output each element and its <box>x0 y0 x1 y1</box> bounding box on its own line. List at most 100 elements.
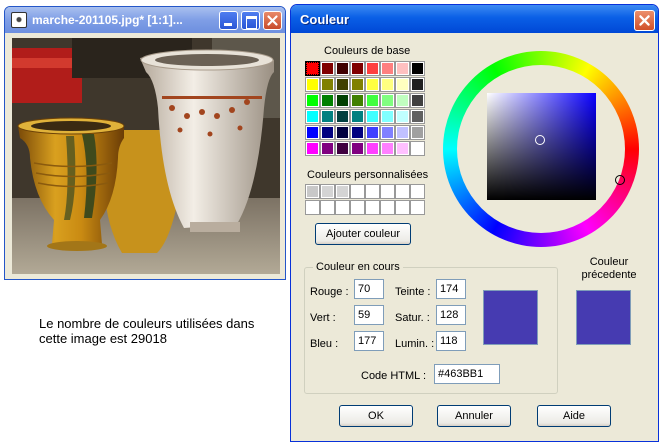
basic-color-swatch[interactable] <box>320 93 335 108</box>
rouge-input[interactable]: 70 <box>354 279 384 299</box>
basic-color-swatch[interactable] <box>410 61 425 76</box>
basic-color-swatch[interactable] <box>335 61 350 76</box>
custom-color-swatch[interactable] <box>305 184 320 199</box>
basic-color-swatch[interactable] <box>335 125 350 140</box>
satur-input[interactable]: 128 <box>436 305 466 325</box>
add-color-button[interactable]: Ajouter couleur <box>315 223 411 245</box>
basic-color-swatch[interactable] <box>380 109 395 124</box>
minimize-button[interactable] <box>219 11 238 30</box>
dialog-title: Couleur <box>300 12 350 27</box>
basic-color-swatch[interactable] <box>395 77 410 92</box>
basic-color-swatch[interactable] <box>365 93 380 108</box>
basic-color-swatch[interactable] <box>395 125 410 140</box>
help-button[interactable]: Aide <box>537 405 611 427</box>
basic-color-swatch[interactable] <box>365 109 380 124</box>
basic-color-swatch[interactable] <box>380 77 395 92</box>
lumin-input[interactable]: 118 <box>436 331 466 351</box>
basic-color-swatch[interactable] <box>395 141 410 156</box>
basic-color-swatch[interactable] <box>350 93 365 108</box>
basic-color-swatch[interactable] <box>305 93 320 108</box>
basic-color-swatch[interactable] <box>410 141 425 156</box>
saturation-value-square[interactable] <box>487 93 596 200</box>
color-dialog: Couleur Couleurs de base Couleurs person… <box>290 4 659 442</box>
basic-color-swatch[interactable] <box>320 141 335 156</box>
custom-color-swatch[interactable] <box>410 184 425 199</box>
custom-color-swatch[interactable] <box>335 184 350 199</box>
basic-color-swatch[interactable] <box>350 125 365 140</box>
basic-color-swatch[interactable] <box>335 109 350 124</box>
basic-color-swatch[interactable] <box>320 109 335 124</box>
basic-color-swatch[interactable] <box>410 109 425 124</box>
bleu-input[interactable]: 177 <box>354 331 384 351</box>
teinte-input[interactable]: 174 <box>436 279 466 299</box>
basic-color-swatch[interactable] <box>380 125 395 140</box>
previous-color-label: Couleur précedente <box>581 256 637 281</box>
custom-color-swatch[interactable] <box>380 184 395 199</box>
basic-colors-label: Couleurs de base <box>324 45 411 57</box>
maximize-button[interactable] <box>241 11 260 30</box>
basic-color-swatch[interactable] <box>320 77 335 92</box>
basic-color-swatch[interactable] <box>365 77 380 92</box>
dialog-close-button[interactable] <box>634 10 655 31</box>
basic-color-swatch[interactable] <box>305 125 320 140</box>
basic-color-swatch[interactable] <box>410 125 425 140</box>
image-window-title: marche-201105.jpg* [1:1]... <box>32 13 183 27</box>
basic-color-swatch[interactable] <box>350 141 365 156</box>
basic-color-swatch[interactable] <box>335 93 350 108</box>
previous-color-swatch <box>576 290 631 345</box>
vert-input[interactable]: 59 <box>354 305 384 325</box>
custom-color-swatch[interactable] <box>350 184 365 199</box>
close-icon <box>267 15 278 26</box>
basic-color-swatch[interactable] <box>395 93 410 108</box>
cancel-button[interactable]: Annuler <box>437 405 511 427</box>
custom-color-swatch[interactable] <box>365 200 380 215</box>
html-code-input[interactable]: #463BB1 <box>434 364 500 384</box>
hue-marker[interactable] <box>615 175 625 185</box>
basic-color-swatch[interactable] <box>410 93 425 108</box>
basic-color-swatch[interactable] <box>350 109 365 124</box>
lumin-label: Lumin. : <box>395 338 435 350</box>
basic-color-swatch[interactable] <box>365 125 380 140</box>
custom-color-swatch[interactable] <box>410 200 425 215</box>
app-icon <box>11 12 27 28</box>
custom-color-swatch[interactable] <box>380 200 395 215</box>
custom-color-swatch[interactable] <box>335 200 350 215</box>
image-window-titlebar[interactable]: marche-201105.jpg* [1:1]... <box>5 7 285 33</box>
basic-color-swatch[interactable] <box>305 141 320 156</box>
basic-color-swatch[interactable] <box>305 61 320 76</box>
close-button[interactable] <box>263 11 282 30</box>
basic-color-swatch[interactable] <box>350 77 365 92</box>
basic-color-swatch[interactable] <box>380 61 395 76</box>
color-count-caption: Le nombre de couleurs utilisées dans cet… <box>39 316 255 346</box>
basic-colors-grid <box>305 61 426 158</box>
basic-color-swatch[interactable] <box>305 77 320 92</box>
saturation-marker[interactable] <box>535 135 545 145</box>
current-color-swatch <box>483 290 538 345</box>
ok-button[interactable]: OK <box>339 405 413 427</box>
custom-color-swatch[interactable] <box>305 200 320 215</box>
basic-color-swatch[interactable] <box>335 141 350 156</box>
photo-canvas[interactable] <box>12 38 280 274</box>
basic-color-swatch[interactable] <box>365 141 380 156</box>
basic-color-swatch[interactable] <box>395 61 410 76</box>
basic-color-swatch[interactable] <box>305 109 320 124</box>
basic-color-swatch[interactable] <box>380 93 395 108</box>
basic-color-swatch[interactable] <box>320 125 335 140</box>
basic-color-swatch[interactable] <box>335 77 350 92</box>
custom-colors-label: Couleurs personnalisées <box>307 169 429 181</box>
basic-color-swatch[interactable] <box>365 61 380 76</box>
custom-color-swatch[interactable] <box>320 184 335 199</box>
basic-color-swatch[interactable] <box>320 61 335 76</box>
dialog-titlebar[interactable]: Couleur <box>291 5 658 33</box>
vert-label: Vert : <box>310 312 336 324</box>
custom-color-swatch[interactable] <box>365 184 380 199</box>
custom-color-swatch[interactable] <box>350 200 365 215</box>
basic-color-swatch[interactable] <box>395 109 410 124</box>
basic-color-swatch[interactable] <box>410 77 425 92</box>
custom-color-swatch[interactable] <box>395 200 410 215</box>
basic-color-swatch[interactable] <box>350 61 365 76</box>
custom-color-swatch[interactable] <box>320 200 335 215</box>
basic-color-swatch[interactable] <box>380 141 395 156</box>
custom-color-swatch[interactable] <box>395 184 410 199</box>
custom-colors-grid <box>305 184 426 217</box>
